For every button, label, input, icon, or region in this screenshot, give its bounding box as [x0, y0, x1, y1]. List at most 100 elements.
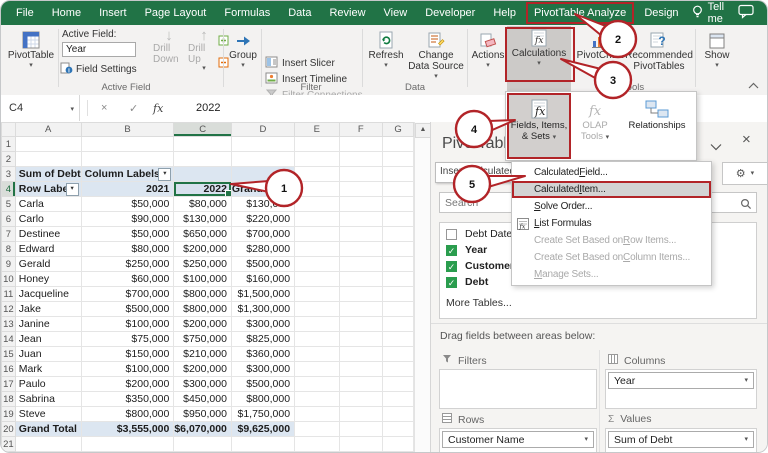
tab-developer[interactable]: Developer — [416, 1, 484, 25]
fields-items-sets-button[interactable]: fx Fields, Items, & Sets ▾ — [507, 93, 571, 159]
field-settings-button[interactable]: i Field Settings — [60, 62, 137, 77]
cell-D3[interactable] — [231, 166, 296, 182]
cell-D15[interactable]: $360,000 — [231, 346, 296, 362]
cell-A2[interactable] — [15, 151, 82, 167]
vertical-scrollbar[interactable] — [414, 122, 431, 452]
cell-G3[interactable] — [382, 166, 414, 182]
row-header-12[interactable]: 12 — [1, 301, 16, 317]
cell-F5[interactable] — [339, 196, 384, 212]
cell-G16[interactable] — [382, 361, 414, 377]
active-field-input[interactable] — [62, 42, 136, 57]
cell-G11[interactable] — [382, 286, 414, 302]
cell-C2[interactable] — [173, 151, 232, 167]
row-header-3[interactable]: 3 — [1, 166, 16, 182]
column-header-g[interactable]: G — [382, 122, 414, 137]
cell-A10[interactable]: Honey — [15, 271, 82, 287]
cell-G9[interactable] — [382, 256, 414, 272]
row-header-10[interactable]: 10 — [1, 271, 16, 287]
pivotchart-button[interactable]: PivotChart — [575, 28, 625, 86]
cell-D21[interactable] — [231, 436, 296, 452]
cell-B15[interactable]: $150,000 — [81, 346, 175, 362]
cell-G19[interactable] — [382, 406, 414, 422]
area-chip-customer-name[interactable]: Customer Name ▾ — [442, 431, 594, 448]
cell-D16[interactable]: $300,000 — [231, 361, 296, 377]
cell-C15[interactable]: $210,000 — [173, 346, 232, 362]
scroll-up-arrow[interactable]: ▲ — [415, 123, 431, 138]
row-header-9[interactable]: 9 — [1, 256, 16, 272]
cell-B14[interactable]: $75,000 — [81, 331, 175, 347]
cell-B20[interactable]: $3,555,000 — [81, 421, 175, 437]
cell-F3[interactable] — [339, 166, 384, 182]
cell-G6[interactable] — [382, 211, 414, 227]
cell-E15[interactable] — [294, 346, 340, 362]
tell-me-button[interactable]: Tell me — [692, 1, 738, 25]
cell-F7[interactable] — [339, 226, 384, 242]
cell-B5[interactable]: $50,000 — [81, 196, 175, 212]
menu-item-calculated-field[interactable]: Calculated Field... — [512, 164, 711, 181]
cell-D14[interactable]: $825,000 — [231, 331, 296, 347]
tab-pivottable-analyze[interactable]: PivotTable Analyze — [525, 2, 635, 24]
tab-review[interactable]: Review — [320, 1, 374, 25]
cell-E14[interactable] — [294, 331, 340, 347]
row-header-1[interactable]: 1 — [1, 136, 16, 152]
cell-A9[interactable]: Gerald — [15, 256, 82, 272]
cell-B18[interactable]: $350,000 — [81, 391, 175, 407]
cell-C5[interactable]: $80,000 — [173, 196, 232, 212]
cell-F14[interactable] — [339, 331, 384, 347]
cell-B11[interactable]: $700,000 — [81, 286, 175, 302]
column-header-b[interactable]: B — [80, 122, 175, 137]
cell-D8[interactable]: $280,000 — [231, 241, 296, 257]
cell-E13[interactable] — [294, 316, 340, 332]
cell-C7[interactable]: $650,000 — [173, 226, 232, 242]
cell-E12[interactable] — [294, 301, 340, 317]
cell-F1[interactable] — [339, 136, 384, 152]
row-header-2[interactable]: 2 — [1, 151, 16, 167]
cell-G18[interactable] — [382, 391, 414, 407]
cell-D18[interactable]: $800,000 — [231, 391, 296, 407]
column-header-d[interactable]: D — [230, 122, 296, 137]
comments-button[interactable] — [738, 4, 755, 22]
unchecked-checkbox-icon[interactable] — [446, 228, 457, 240]
row-header-19[interactable]: 19 — [1, 406, 16, 422]
cell-F20[interactable] — [339, 421, 384, 437]
cell-E17[interactable] — [294, 376, 340, 392]
checked-checkbox-icon[interactable]: ✓ — [446, 276, 457, 288]
cell-E4[interactable] — [294, 181, 340, 197]
cell-G4[interactable] — [382, 181, 414, 197]
cell-G10[interactable] — [382, 271, 414, 287]
tab-help[interactable]: Help — [484, 1, 525, 25]
cell-A19[interactable]: Steve — [15, 406, 82, 422]
cell-A4[interactable]: Row Labels ▾ — [15, 181, 82, 197]
cell-G14[interactable] — [382, 331, 414, 347]
cell-B9[interactable]: $250,000 — [81, 256, 175, 272]
cell-C13[interactable]: $200,000 — [173, 316, 232, 332]
row-header-5[interactable]: 5 — [1, 196, 16, 212]
cell-B13[interactable]: $100,000 — [81, 316, 175, 332]
column-header-c[interactable]: C — [173, 122, 232, 137]
tab-design[interactable]: Design — [635, 1, 687, 25]
enter-check-icon[interactable]: ✓ — [129, 95, 138, 121]
cell-E5[interactable] — [294, 196, 340, 212]
cell-G1[interactable] — [382, 136, 414, 152]
cell-F16[interactable] — [339, 361, 384, 377]
cell-E7[interactable] — [294, 226, 340, 242]
column-header-e[interactable]: E — [294, 122, 340, 137]
tab-view[interactable]: View — [375, 1, 417, 25]
cell-G21[interactable] — [382, 436, 414, 452]
cell-C3[interactable] — [173, 166, 232, 182]
cell-B2[interactable] — [81, 151, 175, 167]
row-header-15[interactable]: 15 — [1, 346, 16, 362]
cell-D19[interactable]: $1,750,000 — [231, 406, 296, 422]
cell-F11[interactable] — [339, 286, 384, 302]
cell-A6[interactable]: Carlo — [15, 211, 82, 227]
cell-E9[interactable] — [294, 256, 340, 272]
cell-F19[interactable] — [339, 406, 384, 422]
cell-E1[interactable] — [294, 136, 340, 152]
cell-C18[interactable]: $450,000 — [173, 391, 232, 407]
cell-A20[interactable]: Grand Total — [15, 421, 82, 437]
cell-B17[interactable]: $200,000 — [81, 376, 175, 392]
relationships-button[interactable]: Relationships — [620, 94, 694, 158]
cell-F4[interactable] — [339, 181, 384, 197]
row-header-20[interactable]: 20 — [1, 421, 16, 437]
cell-E3[interactable] — [294, 166, 340, 182]
